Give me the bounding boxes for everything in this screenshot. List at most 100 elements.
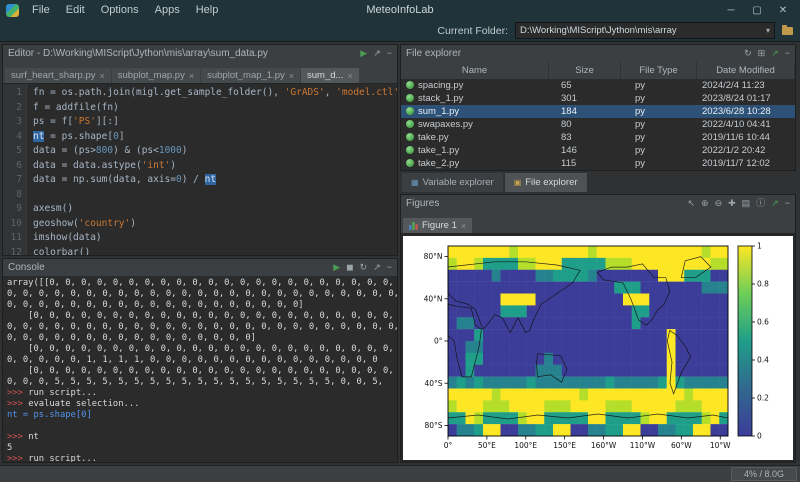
code-line[interactable]: data = np.sum(data, axis=0) / nt <box>33 173 397 188</box>
menu-apps[interactable]: Apps <box>147 3 188 17</box>
file-date-modified: 2024/2/4 11:23 <box>697 80 795 91</box>
console-line: >>> run script... <box>7 388 393 399</box>
file-name: stack_1.py <box>401 93 549 104</box>
refresh-icon[interactable]: ↻ <box>360 263 368 272</box>
code-line[interactable]: nt = ps.shape[0] <box>33 130 397 145</box>
close-tab-icon[interactable]: × <box>289 71 294 81</box>
column-header-file-type[interactable]: File Type <box>621 62 697 79</box>
minimize-panel-icon[interactable]: − <box>785 199 790 208</box>
file-size: 146 <box>549 145 621 156</box>
column-header-size[interactable]: Size <box>549 62 621 79</box>
code-line[interactable]: fn = os.path.join(migl.get_sample_folder… <box>33 86 397 101</box>
file-row-sum_1.py[interactable]: sum_1.py184py2023/6/28 10:28 <box>401 105 795 118</box>
figures-toolbar-icons: ↖ ⊕ ⊖ ✚ ▤ ⓘ ↗− <box>681 199 790 208</box>
console-line: 0, 0, 0, 0, 0, 1, 1, 1, 1, 0, 0, 0, 0, 0… <box>7 355 393 366</box>
current-folder-combobox[interactable]: D:\Working\MIScript\Jython\mis\array ▾ <box>515 22 775 39</box>
x-axis-ticks: 0°50°E100°E150°E160°W110°W60°W10°W <box>444 436 731 450</box>
code-line[interactable]: data = data.astype('int') <box>33 159 397 174</box>
minimize-panel-icon[interactable]: − <box>387 49 392 58</box>
print-icon[interactable]: ▤ <box>742 199 751 208</box>
minimize-button[interactable]: ─ <box>718 5 744 16</box>
close-tab-icon[interactable]: × <box>461 221 466 231</box>
code-line[interactable] <box>33 188 397 203</box>
chevron-down-icon[interactable]: ▾ <box>766 26 770 35</box>
file-date-modified: 2023/6/28 10:28 <box>697 106 795 117</box>
file-name: take_1.py <box>401 145 549 156</box>
menu-bar: FileEditOptionsAppsHelp MeteoInfoLab ─▢✕ <box>0 0 800 20</box>
column-header-name[interactable]: Name <box>401 62 549 79</box>
run-icon[interactable]: ▶ <box>333 263 340 272</box>
code-editor[interactable]: 123456789101112 fn = os.path.join(migl.g… <box>3 84 397 255</box>
menu-file[interactable]: File <box>24 3 58 17</box>
menu-options[interactable]: Options <box>93 3 147 17</box>
float-panel-icon[interactable]: ↗ <box>771 49 779 58</box>
refresh-icon[interactable]: ↻ <box>744 49 752 58</box>
run-script-icon[interactable]: ▶ <box>360 49 367 58</box>
svg-text:10°W: 10°W <box>710 441 731 450</box>
editor-tab-surf-heart-sharp-py[interactable]: surf_heart_sharp.py× <box>5 68 111 83</box>
maximize-button[interactable]: ▢ <box>744 5 770 16</box>
line-number: 12 <box>3 246 22 256</box>
close-tab-icon[interactable]: × <box>100 71 105 81</box>
editor-tab-subplot-map-1-py[interactable]: subplot_map_1.py× <box>201 68 300 83</box>
menu-help[interactable]: Help <box>188 3 227 17</box>
new-folder-icon[interactable]: ⊞ <box>758 49 766 58</box>
code-line[interactable]: imshow(data) <box>33 231 397 246</box>
world-map-figure[interactable]: 0°50°E100°E150°E160°W110°W60°W10°W 80°N4… <box>408 240 788 456</box>
minimize-panel-icon[interactable]: − <box>785 49 790 58</box>
file-row-spacing.py[interactable]: spacing.py65py2024/2/4 11:23 <box>401 79 795 92</box>
tab-file-explorer[interactable]: ▣File explorer <box>505 173 587 192</box>
column-header-date-modified[interactable]: Date Modified <box>697 62 795 79</box>
line-number: 2 <box>3 101 22 116</box>
figure-tab[interactable]: Figure 1 × <box>403 218 472 233</box>
zoom-out-icon[interactable]: ⊖ <box>715 199 723 208</box>
browse-folder-button[interactable] <box>782 27 793 35</box>
tab-variable-explorer[interactable]: ▦Variable explorer <box>402 173 503 192</box>
memory-usage-indicator[interactable]: 4% / 8.0G <box>731 467 797 481</box>
code-line[interactable]: f = addfile(fn) <box>33 101 397 116</box>
left-column: Editor - D:\Working\MIScript\Jython\mis\… <box>2 44 398 463</box>
code-line[interactable]: ps = f['PS'][:] <box>33 115 397 130</box>
file-row-take_1.py[interactable]: take_1.py146py2022/1/2 20:42 <box>401 144 795 157</box>
float-panel-icon[interactable]: ↗ <box>373 263 381 272</box>
code-line[interactable]: geoshow('country') <box>33 217 397 232</box>
close-tab-icon[interactable]: × <box>347 71 352 81</box>
file-row-stack_1.py[interactable]: stack_1.py301py2023/8/24 01:17 <box>401 92 795 105</box>
file-row-take_2.py[interactable]: take_2.py115py2019/11/7 12:02 <box>401 157 795 170</box>
file-row-take.py[interactable]: take.py83py2019/11/6 10:44 <box>401 131 795 144</box>
editor-tab-sum-d[interactable]: sum_d...× <box>301 68 359 83</box>
stop-icon[interactable]: ◼ <box>346 263 353 272</box>
float-panel-icon[interactable]: ↗ <box>373 49 381 58</box>
select-cursor-icon[interactable]: ↖ <box>687 199 695 208</box>
float-panel-icon[interactable]: ↗ <box>771 199 779 208</box>
close-tab-icon[interactable]: × <box>189 71 194 81</box>
code-line[interactable]: colorbar() <box>33 246 397 256</box>
explorer-tab-strip: ▦Variable explorer▣File explorer <box>400 173 796 192</box>
console-line: [0, 0, 0, 0, 0, 0, 0, 0, 0, 0, 0, 0, 0, … <box>7 344 393 355</box>
line-number: 3 <box>3 115 22 130</box>
current-folder-label: Current Folder: <box>437 25 508 37</box>
console-line: [0, 0, 0, 0, 0, 0, 0, 0, 0, 0, 0, 0, 0, … <box>7 366 393 377</box>
svg-text:40°N: 40°N <box>424 294 443 303</box>
python-file-icon <box>406 159 414 167</box>
file-table-header: Name Size File Type Date Modified <box>401 62 795 79</box>
file-date-modified: 2019/11/7 12:02 <box>697 158 795 169</box>
editor-tab-bar: surf_heart_sharp.py×subplot_map.py×subpl… <box>3 62 397 84</box>
console-output[interactable]: array([[0, 0, 0, 0, 0, 0, 0, 0, 0, 0, 0,… <box>3 276 397 462</box>
zoom-in-icon[interactable]: ⊕ <box>701 199 709 208</box>
code-line[interactable]: data = (ps>800) & (ps<1000) <box>33 144 397 159</box>
pan-icon[interactable]: ✚ <box>728 199 736 208</box>
figure-canvas[interactable]: 0°50°E100°E150°E160°W110°W60°W10°W 80°N4… <box>403 236 793 460</box>
svg-text:0.2: 0.2 <box>757 394 769 403</box>
console-line <box>7 421 393 432</box>
code-line[interactable]: axesm() <box>33 202 397 217</box>
editor-tab-subplot-map-py[interactable]: subplot_map.py× <box>112 68 200 83</box>
code-area[interactable]: fn = os.path.join(migl.get_sample_folder… <box>27 84 397 255</box>
svg-text:80°S: 80°S <box>424 421 442 430</box>
file-row-swapaxes.py[interactable]: swapaxes.py80py2022/4/10 04:41 <box>401 118 795 131</box>
close-button[interactable]: ✕ <box>770 5 796 16</box>
menu-edit[interactable]: Edit <box>58 3 93 17</box>
info-icon[interactable]: ⓘ <box>756 199 765 208</box>
minimize-panel-icon[interactable]: − <box>387 263 392 272</box>
figure-tab-label: Figure 1 <box>422 220 457 231</box>
